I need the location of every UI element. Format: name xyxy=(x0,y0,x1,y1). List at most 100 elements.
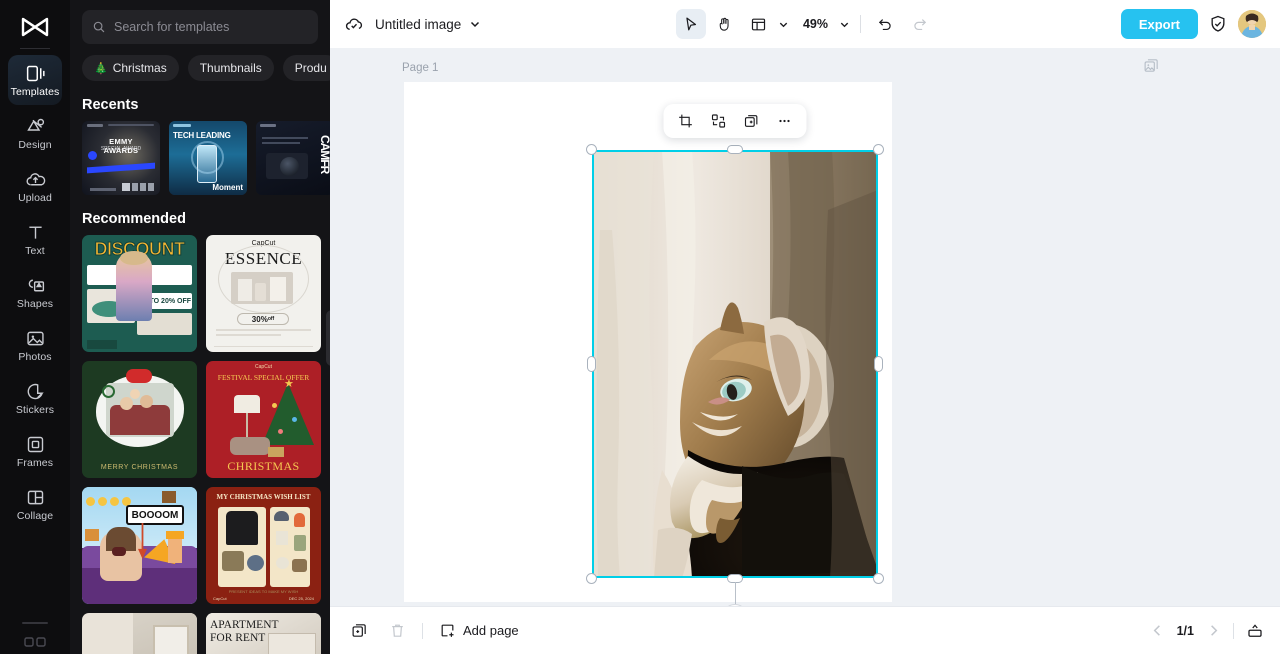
top-right-actions: Export xyxy=(1120,9,1266,39)
layout-tool-button[interactable] xyxy=(744,9,774,39)
sidebar-item-photos[interactable]: Photos xyxy=(8,320,62,370)
sidebar-item-label: Shapes xyxy=(16,298,54,311)
chip-thumbnails[interactable]: Thumbnails xyxy=(187,55,274,81)
search-input[interactable]: Search for templates xyxy=(82,10,318,44)
resize-handle-bottom-right[interactable] xyxy=(873,573,884,584)
text-icon xyxy=(24,221,46,243)
rail-footer xyxy=(0,622,70,648)
sidebar-item-collage[interactable]: Collage xyxy=(8,479,62,529)
bottom-divider xyxy=(422,622,423,639)
user-avatar[interactable] xyxy=(1238,10,1266,38)
template-card[interactable]: MY CHRISTMAS WISH LIST PRESENT IDEAS TO … xyxy=(206,487,321,604)
resize-handle-top-center[interactable] xyxy=(727,145,743,154)
bottom-divider-right xyxy=(1233,622,1234,639)
template-card[interactable]: APARTMENT FOR RENT xyxy=(206,613,321,654)
sidebar-item-text[interactable]: Text xyxy=(8,214,62,264)
resize-handle-top-left[interactable] xyxy=(586,144,597,155)
templates-icon xyxy=(24,62,46,84)
sidebar-item-label: Design xyxy=(18,139,52,152)
apps-grid-icon[interactable] xyxy=(23,636,47,648)
sidebar-item-label: Upload xyxy=(18,192,52,205)
next-page-button[interactable] xyxy=(1206,623,1221,638)
rotate-stem xyxy=(735,582,736,604)
resize-handle-top-right[interactable] xyxy=(873,144,884,155)
sidebar-item-label: Templates xyxy=(10,86,60,99)
recommended-title: Recommended xyxy=(82,211,186,227)
templates-panel: Search for templates 🎄 Christmas Thumbna… xyxy=(70,0,330,654)
left-icon-rail: Templates Design Upload Text Shapes Phot… xyxy=(0,0,70,654)
template-card[interactable]: MERRY CHRISTMAS xyxy=(82,361,197,478)
sidebar-item-shapes[interactable]: Shapes xyxy=(8,267,62,317)
add-page-icon xyxy=(439,622,456,639)
image-float-toolbar xyxy=(663,104,807,138)
page-navigation: 1/1 xyxy=(1150,622,1264,640)
search-section: Search for templates xyxy=(70,0,330,44)
cloud-saved-icon[interactable] xyxy=(344,14,365,35)
document-title[interactable]: Untitled image xyxy=(375,17,461,32)
more-options-button[interactable] xyxy=(771,107,799,135)
resize-handle-bottom-left[interactable] xyxy=(586,573,597,584)
chip-label: Thumbnails xyxy=(199,61,262,75)
recent-template-card[interactable]: TECH LEADING Moment xyxy=(169,121,247,195)
recent-template-card[interactable]: EMMY AWARDS SPECIAL AWARD xyxy=(82,121,160,195)
template-card[interactable]: HOME MAKEOVER TIME Shop Stylish Furnitur… xyxy=(82,613,197,654)
resize-handle-middle-right[interactable] xyxy=(874,356,883,372)
sidebar-item-label: Collage xyxy=(16,510,54,523)
hand-tool-button[interactable] xyxy=(710,9,740,39)
search-icon xyxy=(92,20,106,34)
sidebar-item-design[interactable]: Design xyxy=(8,108,62,158)
photos-icon xyxy=(24,327,46,349)
expand-panel-button[interactable] xyxy=(1246,622,1264,640)
sidebar-item-upload[interactable]: Upload xyxy=(8,161,62,211)
export-button[interactable]: Export xyxy=(1120,9,1198,39)
template-card[interactable]: DISCOUNT UP TO 20% OFF xyxy=(82,235,197,352)
crop-button[interactable] xyxy=(672,107,700,135)
resize-handle-middle-left[interactable] xyxy=(587,356,596,372)
shield-check-icon[interactable] xyxy=(1208,14,1228,34)
main-area: Untitled image 49% Export Page 1 Add pag… xyxy=(330,0,1280,654)
sidebar-item-stickers[interactable]: Stickers xyxy=(8,373,62,423)
sidebar-item-label: Text xyxy=(25,245,45,258)
sidebar-item-label: Stickers xyxy=(15,404,55,417)
page-canvas[interactable] xyxy=(404,82,892,606)
layout-chevron-down-icon[interactable] xyxy=(778,19,789,30)
chip-christmas[interactable]: 🎄 Christmas xyxy=(82,55,179,81)
replace-button[interactable] xyxy=(705,107,733,135)
shapes-icon xyxy=(24,274,46,296)
recents-list: EMMY AWARDS SPECIAL AWARD TECH LEADING M… xyxy=(70,121,330,195)
panel-collapse-handle[interactable] xyxy=(326,310,330,366)
zoom-level[interactable]: 49% xyxy=(801,17,831,31)
upload-cloud-icon xyxy=(24,168,46,190)
template-card[interactable]: CapCut ESSENCE 30% off xyxy=(206,235,321,352)
category-chips: 🎄 Christmas Thumbnails Produ xyxy=(70,44,330,81)
selected-image[interactable] xyxy=(586,104,884,606)
prev-page-button[interactable] xyxy=(1150,623,1165,638)
sidebar-item-label: Photos xyxy=(18,351,52,364)
search-placeholder: Search for templates xyxy=(114,20,230,34)
capcut-logo[interactable] xyxy=(0,8,70,46)
duplicate-page-button[interactable] xyxy=(346,618,372,644)
zoom-chevron-down-icon[interactable] xyxy=(839,19,850,30)
template-card[interactable]: BOOOOM xyxy=(82,487,197,604)
recent-template-card[interactable]: CAMFR xyxy=(256,121,330,195)
page-label: Page 1 xyxy=(402,62,439,74)
duplicate-button[interactable] xyxy=(738,107,766,135)
toolbar-divider xyxy=(859,15,861,33)
canvas-area[interactable]: Page 1 xyxy=(330,48,1280,606)
add-page-button[interactable]: Add page xyxy=(439,622,519,639)
frames-icon xyxy=(24,433,46,455)
delete-page-button[interactable] xyxy=(384,618,410,644)
template-card[interactable]: CapCut FESTIVAL SPECIAL OFFER ★ CHRISTMA… xyxy=(206,361,321,478)
sidebar-item-label: Frames xyxy=(16,457,54,470)
chip-products[interactable]: Produ xyxy=(282,55,330,81)
recents-title: Recents xyxy=(82,97,139,113)
undo-button[interactable] xyxy=(871,9,901,39)
top-toolbar: Untitled image 49% Export xyxy=(330,0,1280,48)
select-tool-button[interactable] xyxy=(675,9,706,39)
sidebar-item-templates[interactable]: Templates xyxy=(8,55,62,105)
duplicate-image-icon[interactable] xyxy=(1143,57,1160,74)
sidebar-item-frames[interactable]: Frames xyxy=(8,426,62,476)
chevron-down-icon[interactable] xyxy=(469,18,481,30)
redo-button[interactable] xyxy=(905,9,935,39)
bottom-toolbar: Add page 1/1 xyxy=(330,606,1280,654)
